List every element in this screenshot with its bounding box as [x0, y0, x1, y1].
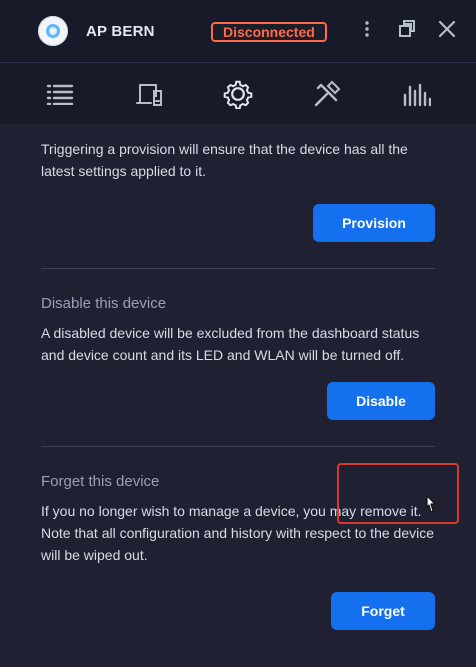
pointer-cursor-icon — [426, 495, 436, 513]
provision-section: Triggering a provision will ensure that … — [41, 138, 435, 242]
disable-section: Disable this device A disabled device wi… — [41, 295, 435, 420]
tab-ports[interactable] — [129, 74, 169, 114]
popout-button[interactable] — [396, 18, 418, 40]
tab-settings[interactable] — [218, 74, 258, 114]
section-divider — [41, 446, 435, 447]
forget-button[interactable]: Forget — [331, 592, 435, 630]
tab-stats[interactable] — [396, 74, 436, 114]
close-icon — [438, 20, 456, 38]
provision-description: Triggering a provision will ensure that … — [41, 141, 408, 179]
window-controls — [356, 18, 458, 40]
disable-button[interactable]: Disable — [327, 382, 435, 420]
close-button[interactable] — [436, 18, 458, 40]
more-icon — [365, 21, 369, 37]
device-avatar — [38, 16, 68, 46]
popout-icon — [399, 20, 415, 37]
section-divider — [41, 268, 435, 269]
status-badge: Disconnected — [211, 22, 327, 42]
provision-actions: Provision — [41, 204, 435, 242]
tab-tools[interactable] — [307, 74, 347, 114]
device-icon — [46, 24, 60, 38]
device-panel: AP BERN Disconnected Triggering a provis… — [0, 0, 476, 667]
titlebar: AP BERN Disconnected — [0, 0, 476, 62]
disable-title: Disable this device — [41, 295, 167, 312]
tab-details[interactable] — [40, 74, 80, 114]
disable-description: A disabled device will be excluded from … — [41, 325, 420, 363]
more-options-button[interactable] — [356, 18, 378, 40]
device-tabs — [0, 62, 476, 124]
devices-icon — [136, 83, 162, 106]
tools-icon — [314, 80, 341, 106]
device-title: AP BERN — [86, 22, 155, 40]
gear-icon — [223, 80, 253, 109]
disable-actions: Disable — [41, 382, 435, 420]
list-icon — [46, 84, 74, 105]
bars-icon — [403, 83, 431, 106]
forget-actions: Forget — [41, 592, 435, 630]
provision-button[interactable]: Provision — [313, 204, 435, 242]
settings-content: Triggering a provision will ensure that … — [0, 124, 476, 667]
